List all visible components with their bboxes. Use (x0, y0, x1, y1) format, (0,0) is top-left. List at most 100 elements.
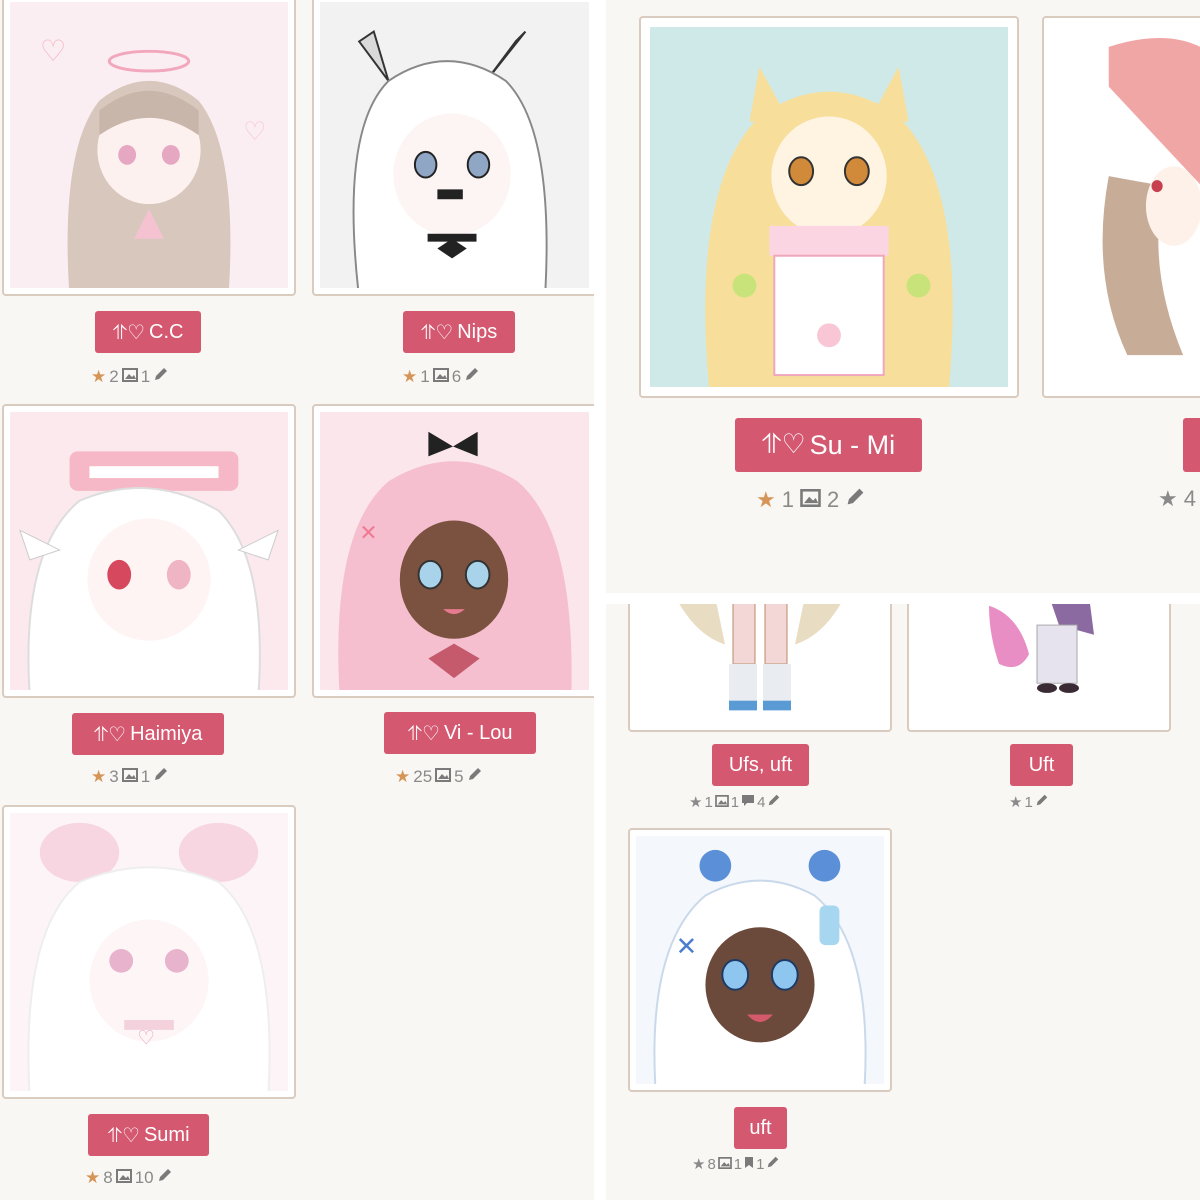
pencil-icon[interactable] (766, 1155, 780, 1173)
image-count: 1 (733, 1155, 743, 1173)
character-thumbnail[interactable] (1053, 27, 1200, 387)
card-stats: ★ 25 5 (395, 766, 483, 787)
image-icon (115, 1168, 132, 1188)
card-stats: ★ 1 2 (756, 486, 866, 513)
character-name-button[interactable]: ⥣♡ Nips (403, 311, 515, 353)
character-card[interactable]: ♡ ♡ (2, 0, 296, 296)
character-name: Uft (1028, 753, 1055, 776)
star-icon: ★ (1158, 486, 1178, 511)
character-name: Sumi (143, 1123, 190, 1146)
character-name-button[interactable]: Uft (1010, 744, 1073, 786)
name-prefix-mark: ⥣♡ (107, 1123, 140, 1147)
pencil-icon[interactable] (153, 766, 169, 787)
image-count: 5 (454, 766, 464, 786)
name-prefix-mark: ⥣♡ (112, 320, 146, 344)
card-stats: ★ 8 10 (85, 1167, 173, 1188)
card-stats: ★ 1 6 (402, 366, 480, 387)
character-name: uft (749, 1116, 772, 1139)
star-icon: ★ (756, 486, 776, 512)
image-count: 10 (134, 1167, 154, 1187)
character-name: Ufs, uft (728, 753, 793, 776)
star-count: 8 (707, 1155, 716, 1173)
character-name-button[interactable]: ⥣♡ Su - Mi (735, 418, 922, 472)
star-count: 1 (420, 366, 430, 386)
star-icon: ★ (1009, 794, 1023, 811)
image-icon (121, 367, 138, 387)
character-card[interactable]: ♡ (2, 805, 296, 1099)
character-thumbnail[interactable]: ✕ (320, 412, 589, 690)
star-icon: ★ (689, 794, 703, 811)
name-prefix-mark: ⥣♡ (761, 429, 806, 460)
image-icon (432, 367, 449, 387)
gallery-panel-left: ♡ ♡ ⥣♡ C.C ★ 2 1 ⥣♡ Nips ★ 1 6 ⥣♡ Haimiy… (0, 0, 594, 1200)
pencil-icon[interactable] (1035, 793, 1049, 811)
character-card[interactable] (1042, 16, 1200, 398)
card-stats: ★ 4 (1158, 486, 1196, 512)
star-count: 8 (103, 1167, 113, 1187)
character-name-button[interactable]: ⥣♡ Vi - Lou (384, 712, 536, 754)
character-thumbnail[interactable] (650, 27, 1008, 387)
character-name-button[interactable] (1183, 418, 1200, 472)
character-card[interactable]: ✕ (312, 404, 594, 698)
character-card[interactable] (639, 16, 1019, 398)
image-icon (717, 1156, 732, 1173)
character-card[interactable] (312, 0, 594, 296)
name-prefix-mark: ⥣♡ (407, 721, 440, 745)
pencil-icon[interactable] (845, 486, 866, 513)
image-icon (121, 767, 138, 787)
image-count: 1 (140, 366, 151, 386)
star-count: 25 (413, 766, 433, 786)
image-icon (800, 487, 821, 513)
character-name: Vi - Lou (443, 721, 513, 744)
character-name-button[interactable]: ⥣♡ Sumi (88, 1114, 209, 1156)
character-name-button[interactable]: ⥣♡ C.C (95, 311, 201, 353)
bookmark-icon (744, 1156, 754, 1173)
image-icon (435, 767, 452, 787)
gallery-panel-top-right: ⥣♡ Su - Mi ★ 1 2 ★ 4 (606, 0, 1200, 593)
character-card[interactable] (907, 604, 1171, 732)
svg-text:♡: ♡ (40, 33, 67, 68)
character-card[interactable]: ✕ (628, 828, 892, 1092)
character-name: C.C (149, 320, 184, 343)
character-name: Nips (457, 320, 498, 343)
pencil-icon[interactable] (464, 366, 480, 387)
card-stats: ★ 1 1 4 (689, 793, 781, 811)
star-icon: ★ (692, 1156, 706, 1173)
character-card[interactable] (628, 604, 892, 732)
image-icon (714, 794, 729, 811)
image-count: 1 (730, 793, 740, 811)
star-count: 2 (109, 366, 119, 386)
svg-text:♡: ♡ (137, 1027, 155, 1050)
star-icon: ★ (91, 366, 107, 386)
character-name-button[interactable]: ⥣♡ Haimiya (72, 713, 224, 755)
image-count: 1 (140, 766, 151, 786)
character-thumbnail[interactable]: ♡ (10, 813, 288, 1091)
character-name-button[interactable]: Ufs, uft (712, 744, 809, 786)
character-thumbnail[interactable] (929, 604, 1149, 722)
character-thumbnail[interactable] (10, 412, 288, 690)
star-icon: ★ (395, 766, 411, 786)
pencil-icon[interactable] (153, 366, 169, 387)
star-count: 4 (1183, 486, 1196, 511)
image-count: 6 (451, 366, 462, 386)
name-prefix-mark: ⥣♡ (420, 320, 454, 344)
character-name-button[interactable]: uft (734, 1107, 787, 1149)
character-card[interactable] (2, 404, 296, 698)
character-name: Haimiya (130, 722, 203, 745)
comment-count: 4 (757, 793, 766, 811)
card-stats: ★ 1 (1009, 793, 1049, 811)
star-icon: ★ (402, 366, 418, 386)
character-thumbnail[interactable]: ✕ (636, 836, 884, 1084)
pencil-icon[interactable] (767, 793, 781, 811)
star-count: 3 (109, 766, 119, 786)
star-count: 1 (1024, 793, 1033, 811)
star-icon: ★ (85, 1167, 101, 1187)
character-thumbnail[interactable] (655, 604, 865, 722)
pencil-icon[interactable] (467, 766, 483, 787)
svg-text:✕: ✕ (359, 521, 377, 546)
character-thumbnail[interactable] (320, 2, 589, 288)
pencil-icon[interactable] (157, 1167, 173, 1188)
svg-text:♡: ♡ (243, 117, 266, 147)
character-thumbnail[interactable]: ♡ ♡ (10, 2, 288, 288)
star-count: 1 (704, 793, 713, 811)
